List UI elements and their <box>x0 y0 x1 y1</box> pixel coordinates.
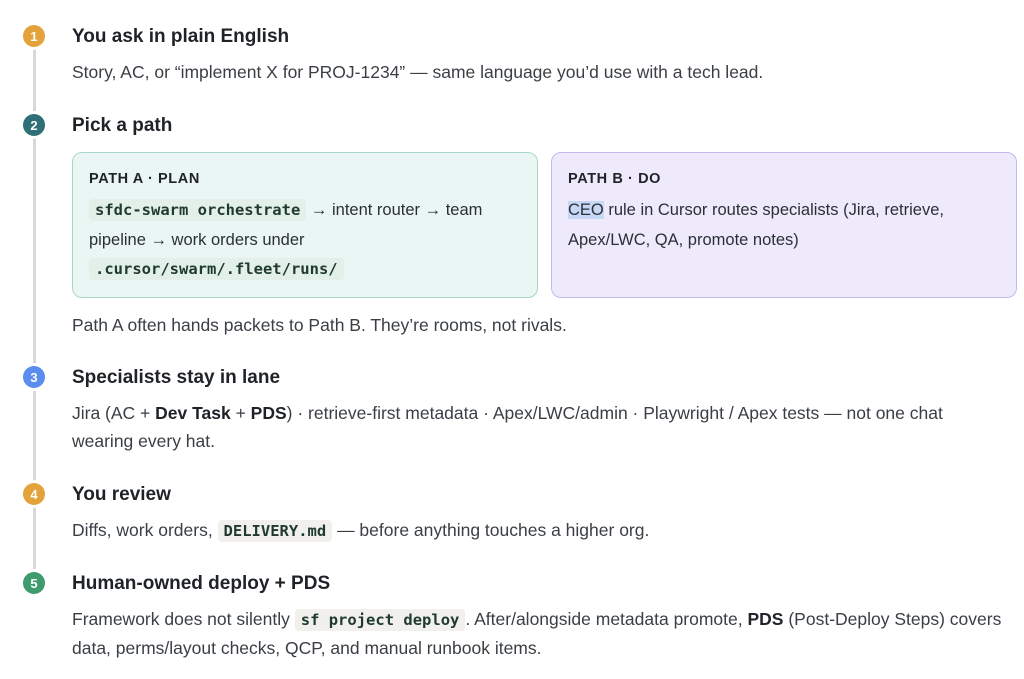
path-a-body: sfdc-swarm orchestrate → intent router →… <box>89 196 521 285</box>
code-snippet: sfdc-swarm orchestrate <box>89 199 307 221</box>
code-snippet: sf project deploy <box>294 609 466 631</box>
path-a-label: PATH A · PLAN <box>89 171 200 187</box>
desc-text: — before anything touches a higher org. <box>332 520 650 540</box>
step-number-badge: 2 <box>23 114 45 136</box>
desc-text: . After/alongside metadata promote, <box>465 609 748 629</box>
desc-bold: PDS <box>747 609 784 629</box>
code-snippet: .cursor/swarm/.fleet/runs/ <box>89 258 344 280</box>
step-number-badge: 3 <box>23 366 45 388</box>
path-a-card: PATH A · PLAN sfdc-swarm orchestrate → i… <box>72 152 538 298</box>
step-title: Human-owned deploy + PDS <box>72 573 331 594</box>
step-description: Story, AC, or “implement X for PROJ-1234… <box>72 62 764 82</box>
desc-text: + <box>230 403 251 423</box>
desc-text: Framework does not silently <box>72 609 295 629</box>
step-number-badge: 4 <box>23 483 45 505</box>
path-b-card: PATH B · DO CEO rule in Cursor routes sp… <box>551 152 1017 298</box>
step-description: Jira (AC + Dev Task + PDS) · retrieve-fi… <box>72 399 1002 455</box>
desc-bold: Dev Task <box>155 403 231 423</box>
path-b-text: rule in Cursor routes specialists (Jira,… <box>568 201 944 249</box>
desc-text: Diffs, work orders, <box>72 520 218 540</box>
step-number-badge: 5 <box>23 572 45 594</box>
desc-bold: PDS <box>250 403 287 423</box>
desc-text: Jira (AC + <box>72 403 156 423</box>
step-title: Specialists stay in lane <box>72 367 281 388</box>
text-selection-highlight: CEO <box>568 201 604 219</box>
path-note: Path A often hands packets to Path B. Th… <box>72 315 567 335</box>
step-title: You ask in plain English <box>72 26 290 47</box>
step-number-badge: 1 <box>23 25 45 47</box>
step-title: Pick a path <box>72 115 173 136</box>
code-snippet: DELIVERY.md <box>217 520 333 542</box>
path-b-body: CEO rule in Cursor routes specialists (J… <box>568 196 1000 255</box>
step-title: You review <box>72 484 171 505</box>
step-description: Diffs, work orders, DELIVERY.md — before… <box>72 516 1002 545</box>
path-b-label: PATH B · DO <box>568 171 662 187</box>
step-description: Framework does not silently sf project d… <box>72 605 1002 662</box>
